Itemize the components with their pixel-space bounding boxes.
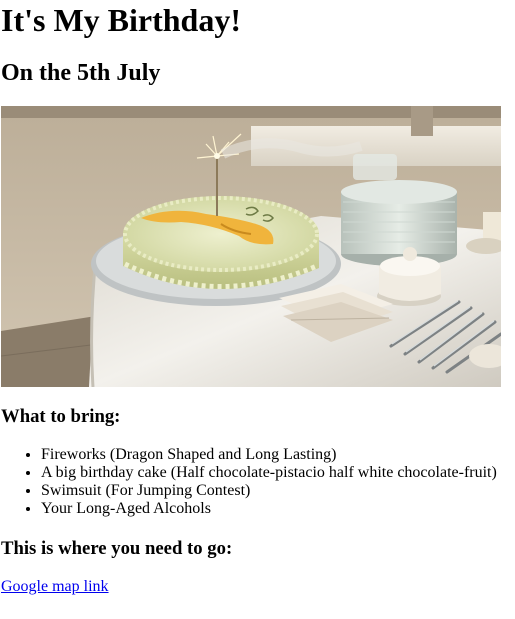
list-item: A big birthday cake (Half chocolate-pist… bbox=[41, 464, 511, 482]
birthday-cake-photo bbox=[1, 106, 501, 387]
list-item: Your Long-Aged Alcohols bbox=[41, 500, 511, 518]
list-item: Fireworks (Dragon Shaped and Long Lastin… bbox=[41, 446, 511, 464]
list-item: Swimsuit (For Jumping Contest) bbox=[41, 482, 511, 500]
bring-list: Fireworks (Dragon Shaped and Long Lastin… bbox=[1, 446, 511, 518]
bring-heading: What to bring: bbox=[1, 406, 121, 427]
location-heading: This is where you need to go: bbox=[1, 538, 233, 559]
page-title: It's My Birthday! bbox=[1, 2, 241, 38]
event-date: On the 5th July bbox=[1, 60, 161, 86]
google-map-link[interactable]: Google map link bbox=[1, 577, 109, 597]
